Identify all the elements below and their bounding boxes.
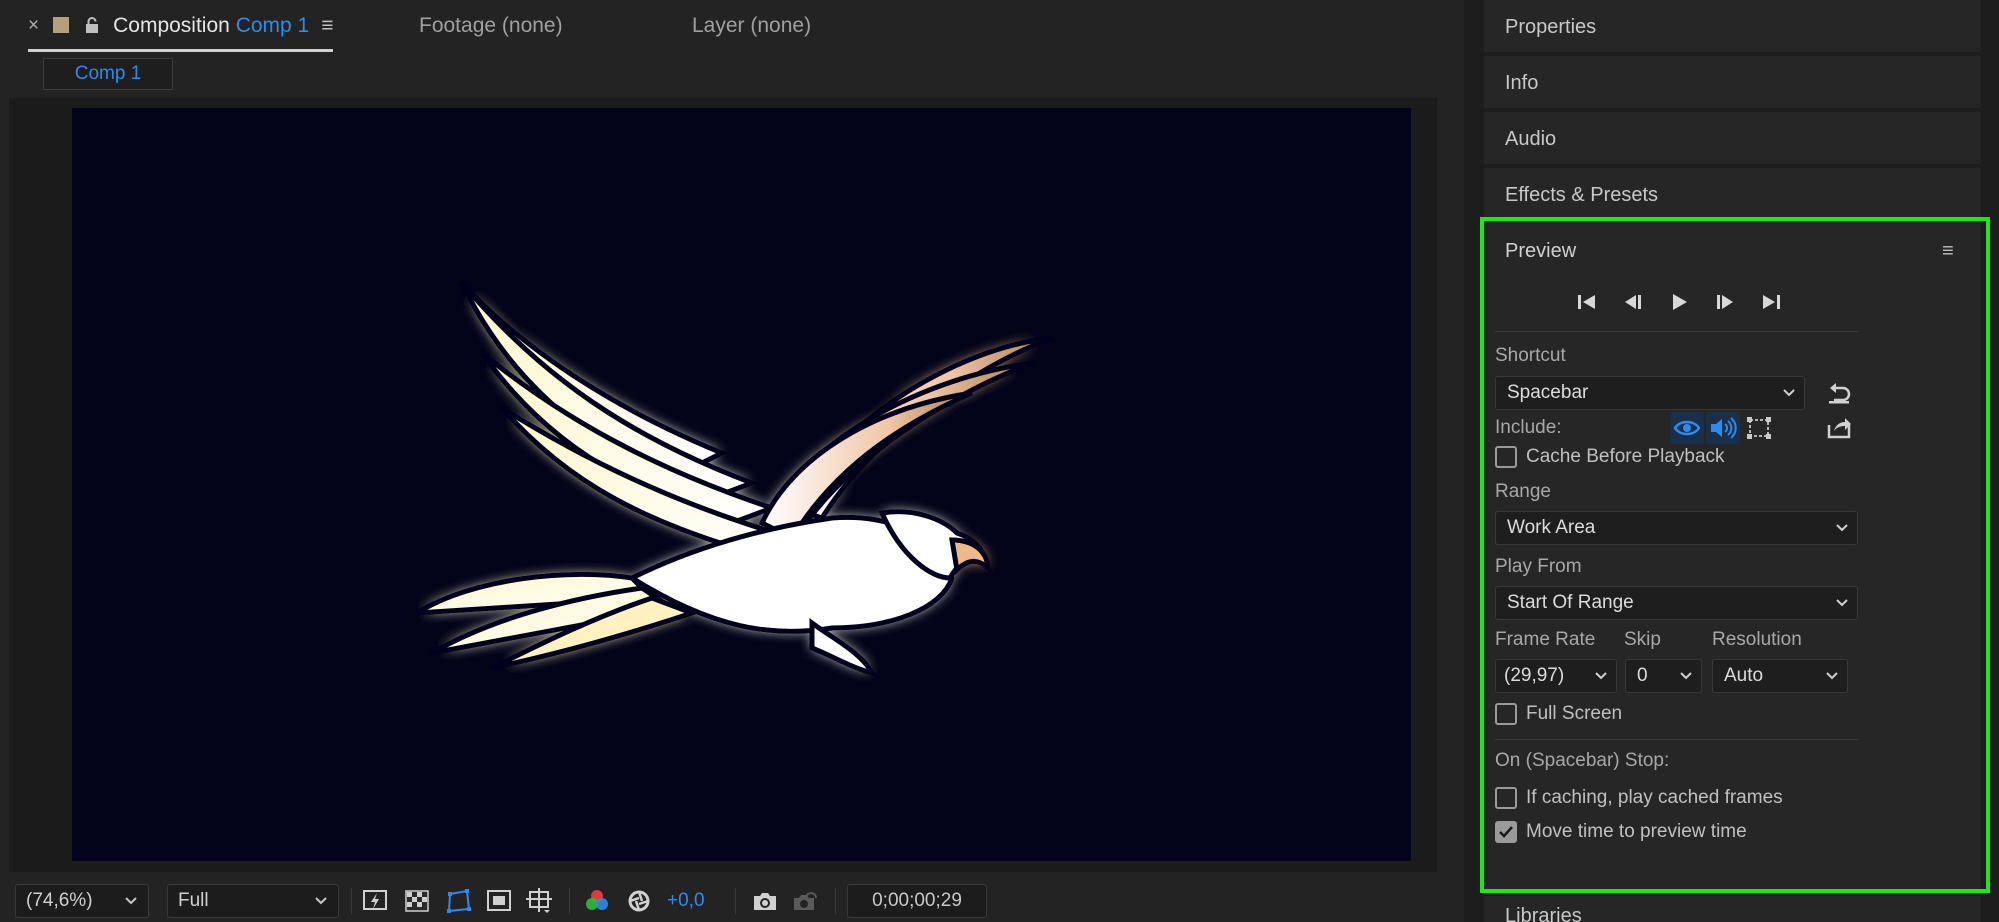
skip-dropdown[interactable]: 0 — [1625, 659, 1702, 693]
chevron-down-icon — [124, 885, 138, 922]
lock-icon[interactable] — [85, 15, 99, 39]
resolution-dropdown[interactable]: Full — [167, 884, 339, 918]
safe-zones-icon[interactable] — [525, 888, 553, 914]
toolbar-divider — [835, 888, 836, 914]
show-snapshot-icon[interactable] — [791, 888, 819, 914]
panel-effects-presets[interactable]: Effects & Presets — [1484, 168, 1981, 220]
exposure-value[interactable]: +0,0 — [667, 890, 705, 912]
chevron-down-icon — [1782, 377, 1796, 420]
resolution-dropdown[interactable]: Auto — [1712, 659, 1848, 693]
divider — [1495, 331, 1858, 332]
current-time-display[interactable]: 0;00;00;29 — [847, 884, 987, 918]
reset-exposure-icon[interactable] — [625, 888, 653, 914]
tab-composition[interactable]: × Composition Comp 1 ≡ — [28, 14, 334, 52]
chevron-down-icon — [1679, 660, 1693, 703]
comp-navigator-chip[interactable]: Comp 1 — [43, 58, 173, 90]
transparency-grid-icon[interactable] — [403, 888, 431, 914]
fast-preview-icon[interactable] — [361, 888, 389, 914]
on-stop-label: On (Spacebar) Stop: — [1495, 750, 1670, 771]
range-label: Range — [1495, 481, 1551, 502]
frame-rate-value: (29,97) — [1504, 665, 1565, 686]
resolution-label: Resolution — [1712, 629, 1802, 650]
tab-composition-name: Comp 1 — [235, 14, 310, 37]
resolution-value: Full — [178, 890, 209, 911]
composition-panel: × Composition Comp 1 ≡ Footage (none) Laye… — [0, 0, 1464, 922]
preview-title: Preview — [1505, 240, 1577, 262]
shortcut-value: Spacebar — [1507, 382, 1589, 403]
range-dropdown[interactable]: Work Area — [1495, 511, 1858, 545]
last-frame-icon[interactable] — [1752, 288, 1790, 316]
audio-speaker-icon[interactable] — [1706, 412, 1740, 444]
region-of-interest-icon[interactable] — [485, 888, 513, 914]
close-tab-icon[interactable]: × — [28, 15, 39, 36]
shortcut-dropdown[interactable]: Spacebar — [1495, 376, 1805, 410]
overlays-icon[interactable] — [1742, 412, 1776, 444]
export-icon[interactable] — [1822, 412, 1856, 444]
move-time-checkbox[interactable]: Move time to preview time — [1495, 819, 1747, 845]
panel-audio[interactable]: Audio — [1484, 112, 1981, 164]
panel-properties[interactable]: Properties — [1484, 0, 1981, 52]
toolbar-divider — [569, 888, 570, 914]
toolbar-divider — [351, 888, 352, 914]
right-panel-stack: Properties Info Audio Effects & Presets … — [1484, 0, 1999, 922]
cache-before-playback-label: Cache Before Playback — [1526, 446, 1725, 467]
play-from-label: Play From — [1495, 556, 1582, 577]
tab-footage[interactable]: Footage (none) — [419, 14, 563, 38]
panel-menu-icon[interactable]: ≡ — [1942, 240, 1954, 263]
chevron-down-icon — [1835, 587, 1849, 630]
play-from-value: Start Of Range — [1507, 592, 1634, 613]
panel-tab-bar: × Composition Comp 1 ≡ Footage (none) Laye… — [0, 0, 1464, 54]
panel-info[interactable]: Info — [1484, 56, 1981, 108]
chevron-down-icon — [1835, 512, 1849, 555]
chevron-down-icon — [1594, 660, 1608, 703]
range-value: Work Area — [1507, 517, 1596, 538]
mask-visibility-icon[interactable] — [445, 888, 473, 914]
frame-rate-label: Frame Rate — [1495, 629, 1596, 650]
preview-resolution-value: Auto — [1724, 665, 1764, 686]
channel-icon[interactable] — [583, 888, 611, 914]
shortcut-label: Shortcut — [1495, 345, 1566, 366]
checkbox-box[interactable] — [1495, 703, 1517, 725]
reset-shortcut-icon[interactable] — [1822, 376, 1856, 408]
full-screen-checkbox[interactable]: Full Screen — [1495, 701, 1622, 727]
composition-canvas[interactable] — [72, 108, 1411, 861]
chevron-down-icon — [1825, 660, 1839, 703]
video-eye-icon[interactable] — [1670, 412, 1704, 444]
include-label: Include: — [1495, 417, 1562, 438]
if-caching-label: If caching, play cached frames — [1526, 787, 1783, 808]
play-from-dropdown[interactable]: Start Of Range — [1495, 586, 1858, 620]
transport-controls — [1568, 288, 1818, 318]
checkbox-box[interactable] — [1495, 446, 1517, 468]
first-frame-icon[interactable] — [1568, 288, 1606, 316]
toolbar-divider — [735, 888, 736, 914]
tab-layer[interactable]: Layer (none) — [692, 14, 811, 38]
checkbox-box[interactable] — [1495, 821, 1517, 843]
tab-composition-prefix: Composition — [113, 14, 230, 37]
chevron-down-icon — [314, 885, 328, 922]
skip-label: Skip — [1624, 629, 1661, 650]
divider — [1495, 739, 1858, 740]
full-screen-label: Full Screen — [1526, 703, 1623, 724]
panel-libraries[interactable]: Libraries — [1484, 896, 1981, 922]
play-icon[interactable] — [1660, 288, 1698, 316]
move-time-label: Move time to preview time — [1526, 821, 1747, 842]
skip-value: 0 — [1637, 665, 1648, 686]
checkbox-box[interactable] — [1495, 787, 1517, 809]
label-color-swatch[interactable] — [53, 17, 70, 33]
panel-menu-icon[interactable]: ≡ — [321, 14, 333, 37]
frame-rate-dropdown[interactable]: (29,97) — [1495, 659, 1617, 693]
viewer-toolbar: (74,6%) Full +0,0 0;00;00;29 — [9, 878, 1464, 922]
preview-panel: Preview ≡ Shortcut Spacebar Include: Cac… — [1484, 218, 1981, 890]
next-frame-icon[interactable] — [1706, 288, 1744, 316]
magnification-value: (74,6%) — [26, 890, 93, 911]
cache-before-playback-checkbox[interactable]: Cache Before Playback — [1495, 444, 1725, 470]
snapshot-icon[interactable] — [751, 888, 779, 914]
if-caching-checkbox[interactable]: If caching, play cached frames — [1495, 785, 1783, 811]
magnification-dropdown[interactable]: (74,6%) — [15, 884, 149, 918]
eagle-artwork — [415, 281, 1053, 677]
previous-frame-icon[interactable] — [1614, 288, 1652, 316]
